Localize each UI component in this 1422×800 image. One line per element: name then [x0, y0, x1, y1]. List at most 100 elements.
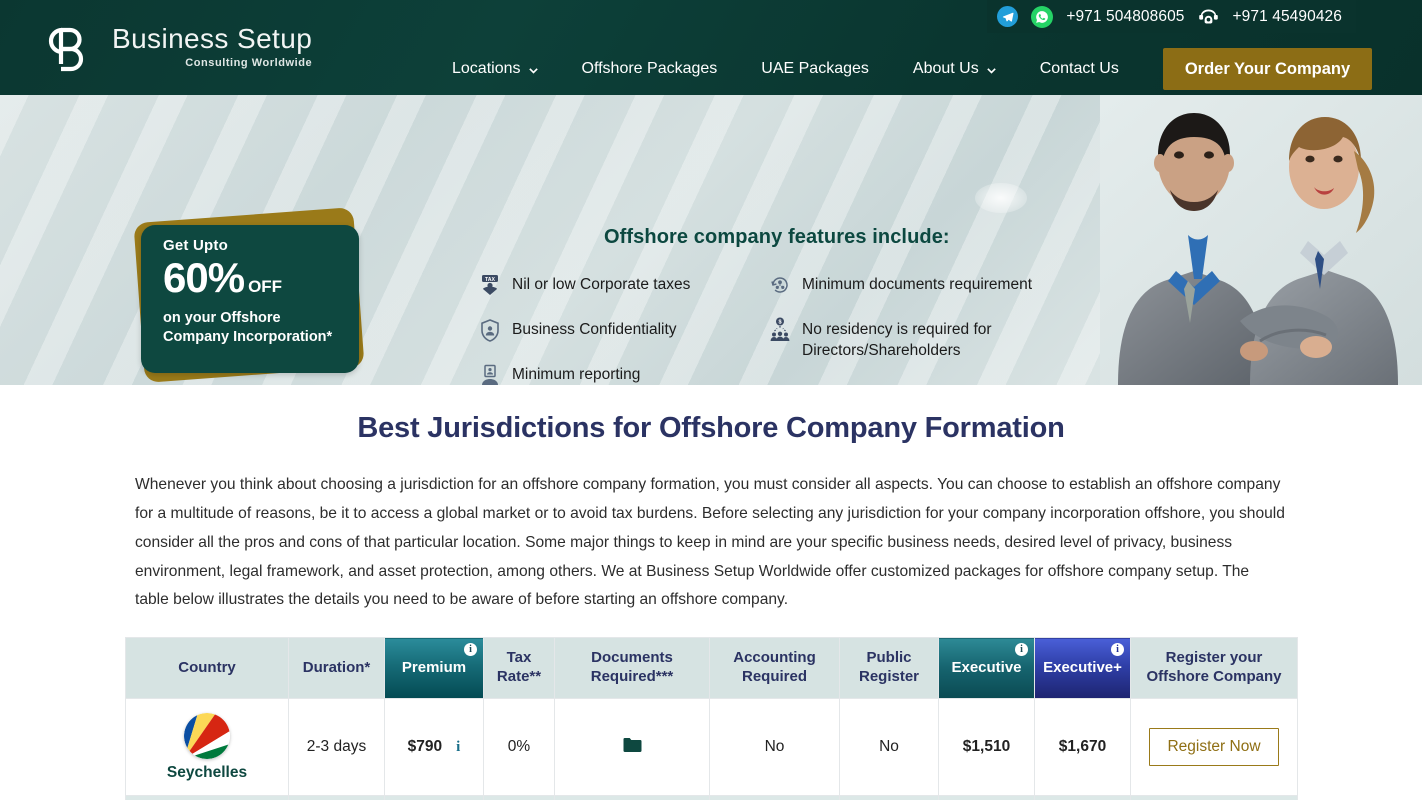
jurisdictions-table-wrapper: Country Duration* i Premium Tax Rate** D…	[125, 637, 1298, 800]
cb-monogram-icon	[36, 16, 98, 78]
feature-item: Business Confidentiality	[479, 318, 769, 342]
badge-off-label: OFF	[248, 277, 283, 296]
badge-get-upto: Get Upto	[163, 237, 228, 254]
telephone-icon	[1198, 7, 1220, 27]
main-navigation: Locations Offshore Packages UAE Packages…	[430, 48, 1373, 90]
badge-line2: on your Offshore	[163, 310, 281, 327]
tax-shield-icon: TAX	[479, 273, 501, 297]
feature-item: $ No residency is required for Directors…	[769, 317, 1079, 361]
info-icon[interactable]: i	[1111, 643, 1124, 657]
cell-tax-rate: 0%	[483, 698, 555, 797]
reporting-icon	[479, 363, 501, 385]
features-column-left: TAX Nil or low Corporate taxes Business …	[479, 273, 769, 385]
table-header-row: Country Duration* i Premium Tax Rate** D…	[125, 637, 1298, 700]
info-icon[interactable]: i	[1015, 643, 1028, 657]
cell-country	[125, 795, 289, 800]
col-header-label: Executive+	[1043, 658, 1122, 676]
col-header-tax-rate: Tax Rate**	[483, 637, 555, 700]
discount-badge: Get Upto 60% OFF on your Offshore Compan…	[131, 207, 371, 385]
col-header-executive-plus[interactable]: i Executive+	[1034, 637, 1131, 700]
cell-duration: 2-3 days	[288, 698, 385, 797]
country-name: Seychelles	[166, 763, 248, 781]
table-row	[125, 795, 1298, 800]
telegram-icon[interactable]	[997, 6, 1019, 27]
badge-percent: 60%	[163, 254, 245, 301]
register-now-button[interactable]: Register Now	[1149, 728, 1279, 767]
svg-text:TAX: TAX	[485, 277, 496, 283]
hero-glow-decoration	[975, 183, 1027, 213]
feature-label: Nil or low Corporate taxes	[512, 276, 691, 293]
order-your-company-button[interactable]: Order Your Company	[1162, 48, 1373, 90]
nav-label: Locations	[452, 60, 521, 77]
col-header-premium[interactable]: i Premium	[384, 637, 484, 700]
cell-register	[1130, 795, 1298, 800]
cell-public-register: No	[839, 698, 939, 797]
cell-documents	[554, 698, 710, 797]
cell-duration	[288, 795, 385, 800]
features-title: Offshore company features include:	[604, 226, 950, 248]
nav-item-contact-us[interactable]: Contact Us	[1018, 50, 1141, 88]
site-logo[interactable]: Business Setup Consulting Worldwide	[36, 16, 312, 78]
cell-public-register	[839, 795, 939, 800]
cell-accounting-required: No	[709, 698, 840, 797]
info-icon[interactable]: i	[456, 739, 460, 756]
cell-accounting-required	[709, 795, 840, 800]
feature-item: Minimum reporting	[479, 363, 769, 385]
col-header-label: Executive	[951, 658, 1022, 676]
feature-item: TAX Nil or low Corporate taxes	[479, 273, 769, 297]
seychelles-flag-icon	[184, 712, 230, 759]
feature-label: No residency is required for Directors/S…	[802, 321, 992, 360]
logo-subtitle: Consulting Worldwide	[185, 57, 313, 69]
nav-label: UAE Packages	[761, 60, 869, 77]
table-row: Seychelles 2-3 days $790 i 0% No No $1,5…	[125, 698, 1298, 797]
col-header-country: Country	[125, 637, 289, 700]
confidentiality-shield-icon	[479, 318, 501, 342]
whatsapp-icon[interactable]	[1031, 5, 1054, 28]
nav-item-about-us[interactable]: About Us	[891, 50, 1018, 88]
cell-executive	[938, 795, 1035, 800]
hero-banner: Get Upto 60% OFF on your Offshore Compan…	[0, 95, 1422, 385]
cell-country: Seychelles	[125, 698, 289, 797]
jurisdictions-table: Country Duration* i Premium Tax Rate** D…	[125, 637, 1298, 800]
info-icon[interactable]: i	[464, 643, 477, 657]
badge-front-card: Get Upto 60% OFF on your Offshore Compan…	[141, 225, 359, 373]
residency-people-icon: $	[769, 317, 791, 342]
feature-label: Minimum reporting	[512, 366, 641, 383]
intro-paragraph: Whenever you think about choosing a juri…	[135, 476, 1285, 609]
nav-item-uae-packages[interactable]: UAE Packages	[739, 50, 891, 88]
col-header-executive[interactable]: i Executive	[938, 637, 1035, 700]
site-header: +971 504808605 +971 45490426 Business Se…	[0, 0, 1422, 95]
logo-title: Business Setup	[112, 23, 313, 54]
feature-label: Business Confidentiality	[512, 321, 677, 338]
col-header-public-register: Public Register	[839, 637, 939, 700]
cell-executive-plus: $1,670	[1034, 698, 1131, 797]
feature-item: Minimum documents requirement	[769, 273, 1079, 297]
nav-item-offshore-packages[interactable]: Offshore Packages	[560, 50, 740, 88]
cell-premium	[384, 795, 484, 800]
features-column-right: Minimum documents requirement $ No resid…	[769, 273, 1079, 382]
col-header-documents-required: Documents Required***	[554, 637, 710, 700]
whatsapp-number[interactable]: +971 504808605	[1066, 8, 1184, 26]
cell-documents	[554, 795, 710, 800]
cell-executive: $1,510	[938, 698, 1035, 797]
page-title: Best Jurisdictions for Offshore Company …	[357, 412, 1065, 444]
nav-item-locations[interactable]: Locations	[430, 50, 560, 88]
premium-price: $790	[407, 738, 443, 756]
nav-label: Contact Us	[1039, 60, 1119, 77]
phone-number[interactable]: +971 45490426	[1233, 8, 1342, 26]
cell-register: Register Now	[1130, 698, 1298, 797]
business-people-photo	[1100, 95, 1422, 385]
folder-icon[interactable]	[623, 737, 642, 758]
col-header-duration: Duration*	[288, 637, 385, 700]
feature-label: Minimum documents requirement	[802, 276, 1033, 293]
cell-executive-plus	[1034, 795, 1131, 800]
nav-label: About Us	[912, 60, 979, 77]
documents-cycle-icon	[769, 273, 791, 297]
col-header-label: Premium	[401, 658, 467, 676]
col-header-accounting-required: Accounting Required	[709, 637, 840, 700]
cell-premium: $790 i	[384, 698, 484, 797]
nav-label: Offshore Packages	[581, 60, 718, 77]
cell-tax-rate	[483, 795, 555, 800]
badge-line3: Company Incorporation*	[163, 329, 333, 346]
chevron-down-icon	[986, 63, 996, 74]
